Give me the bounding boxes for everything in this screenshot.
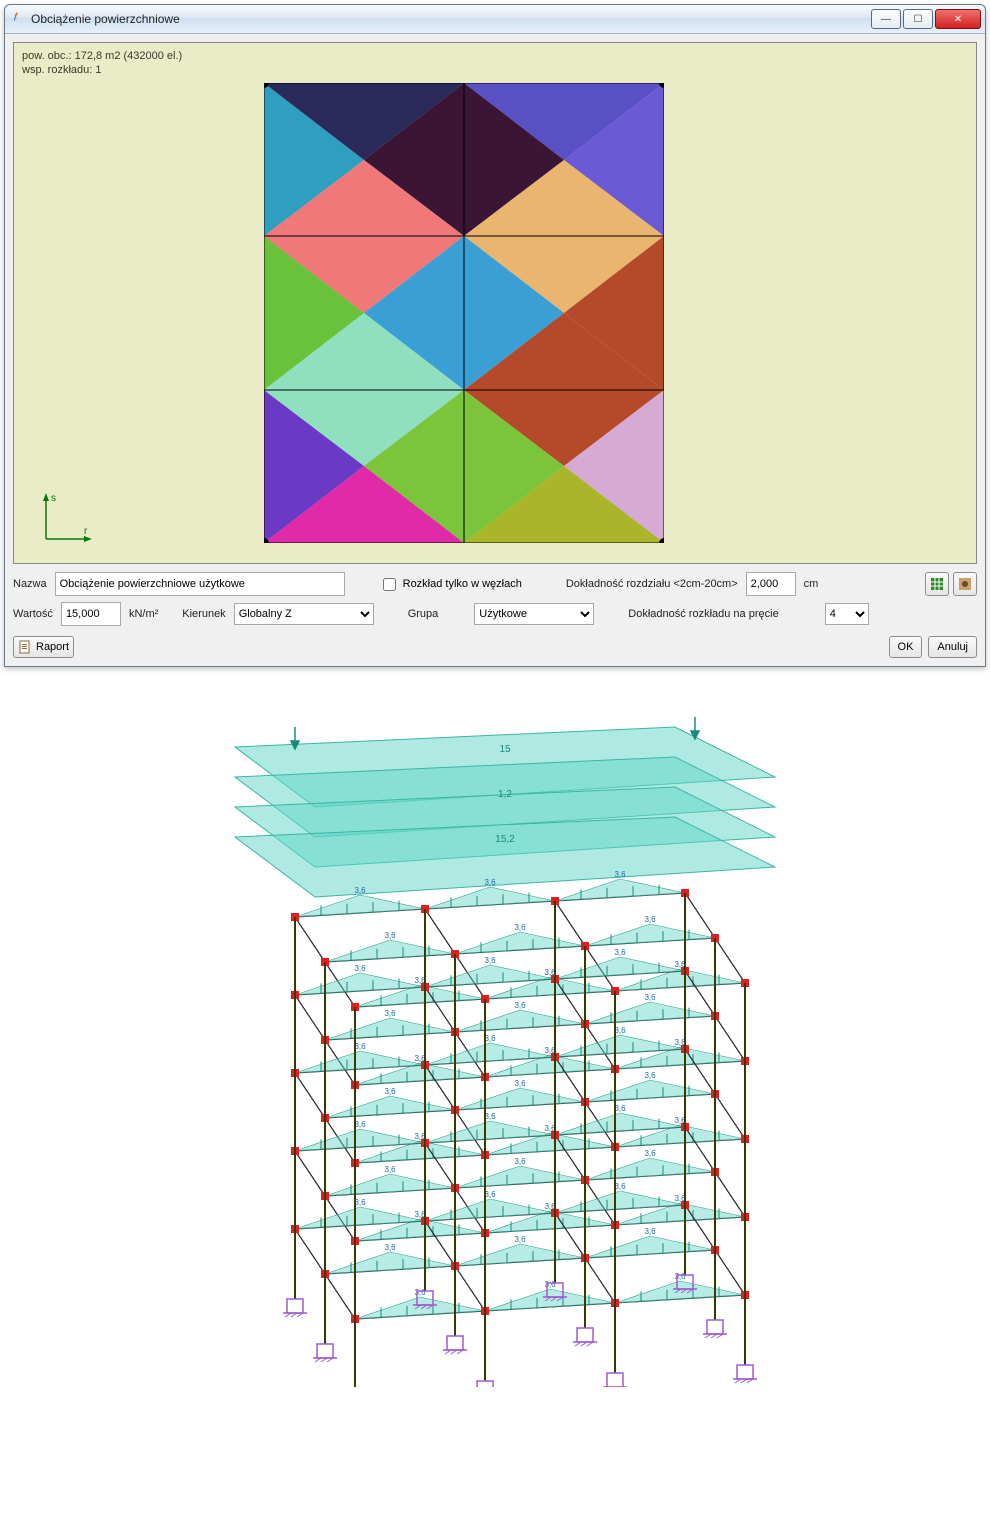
svg-text:3,6: 3,6 [484,1034,496,1043]
grupa-select[interactable]: Użytkowe [474,603,594,625]
svg-text:3,6: 3,6 [514,1079,526,1088]
overlay-line2: wsp. rozkładu: 1 [22,63,182,77]
axis-indicator: s r [36,489,96,549]
dialog-content: pow. obc.: 172,8 m2 (432000 el.) wsp. ro… [5,34,985,666]
structural-model-view: 15 1,2 15,2 3,6 3,6 3,6 3,6 3,6 3,6 3,6 3,6 3,6 3… [175,707,815,1387]
svg-text:3,6: 3,6 [614,948,626,957]
dokladnosc1-unit: cm [804,578,819,590]
java-app-icon [9,11,25,27]
svg-text:3,6: 3,6 [644,915,656,924]
svg-text:3,6: 3,6 [354,1198,366,1207]
svg-text:3,6: 3,6 [514,1157,526,1166]
wartosc-unit: kN/m² [129,608,158,620]
wartosc-input[interactable] [61,602,121,626]
minimize-button[interactable]: — [871,9,901,29]
svg-text:3,6: 3,6 [514,1235,526,1244]
titlebar[interactable]: Obciążenie powierzchniowe — ☐ ✕ [5,5,985,34]
rozklad-checkbox[interactable]: Rozkład tylko w węzłach [379,575,522,594]
svg-text:r: r [84,526,88,537]
wartosc-label: Wartość [13,608,53,620]
dokladnosc1-label: Dokładność rozdziału <2cm-20cm> [566,578,738,590]
svg-text:3,6: 3,6 [484,1190,496,1199]
svg-text:3,6: 3,6 [484,878,496,887]
ok-button[interactable]: OK [889,636,923,658]
rozklad-checkbox-label: Rozkład tylko w węzłach [403,578,522,590]
svg-text:3,6: 3,6 [384,1243,396,1252]
rozklad-checkbox-input[interactable] [383,578,396,591]
svg-text:3,6: 3,6 [354,964,366,973]
load-distribution-plot [264,83,664,543]
window-controls: — ☐ ✕ [871,9,981,29]
svg-text:3,6: 3,6 [644,1071,656,1080]
grupa-label: Grupa [408,608,439,620]
close-button[interactable]: ✕ [935,9,981,29]
table-icon-button[interactable] [925,572,949,596]
kierunek-select[interactable]: Globalny Z [234,603,374,625]
nazwa-input[interactable] [55,572,345,596]
svg-text:3,6: 3,6 [644,993,656,1002]
svg-text:3,6: 3,6 [484,1112,496,1121]
overlay-line1: pow. obc.: 172,8 m2 (432000 el.) [22,49,182,63]
svg-text:3,6: 3,6 [354,1042,366,1051]
dokladnosc1-input[interactable] [746,572,796,596]
svg-text:3,6: 3,6 [384,1165,396,1174]
svg-text:15: 15 [499,744,511,755]
svg-text:3,6: 3,6 [354,1120,366,1129]
window-title: Obciążenie powierzchniowe [31,12,871,26]
load-canvas[interactable]: pow. obc.: 172,8 m2 (432000 el.) wsp. ro… [13,42,977,564]
report-icon [18,640,32,654]
dialog-window: Obciążenie powierzchniowe — ☐ ✕ pow. obc… [4,4,986,667]
anuluj-button[interactable]: Anuluj [928,636,977,658]
svg-text:3,6: 3,6 [514,1001,526,1010]
svg-text:3,6: 3,6 [644,1227,656,1236]
svg-text:3,6: 3,6 [614,1182,626,1191]
dokladnosc2-label: Dokładność rozkładu na pręcie [628,608,778,620]
maximize-button[interactable]: ☐ [903,9,933,29]
svg-text:3,6: 3,6 [614,1104,626,1113]
canvas-overlay-text: pow. obc.: 172,8 m2 (432000 el.) wsp. ro… [22,49,182,78]
svg-text:3,6: 3,6 [354,886,366,895]
svg-text:3,6: 3,6 [644,1149,656,1158]
raport-button[interactable]: Raport [13,636,74,658]
svg-text:1,2: 1,2 [498,789,512,800]
svg-text:3,6: 3,6 [384,1087,396,1096]
svg-text:3,6: 3,6 [514,923,526,932]
svg-text:s: s [51,493,56,504]
nazwa-label: Nazwa [13,578,47,590]
form-area: Nazwa Rozkład tylko w węzłach Dokładność… [13,572,977,658]
svg-text:3,6: 3,6 [384,931,396,940]
svg-text:3,6: 3,6 [614,1026,626,1035]
svg-text:3,6: 3,6 [384,1009,396,1018]
svg-text:15,2: 15,2 [495,834,515,845]
raport-label: Raport [36,641,69,653]
svg-text:3,6: 3,6 [614,870,626,879]
dokladnosc2-select[interactable]: 4 [825,603,869,625]
svg-text:3,6: 3,6 [484,956,496,965]
kierunek-label: Kierunek [182,608,225,620]
settings-icon-button[interactable] [953,572,977,596]
